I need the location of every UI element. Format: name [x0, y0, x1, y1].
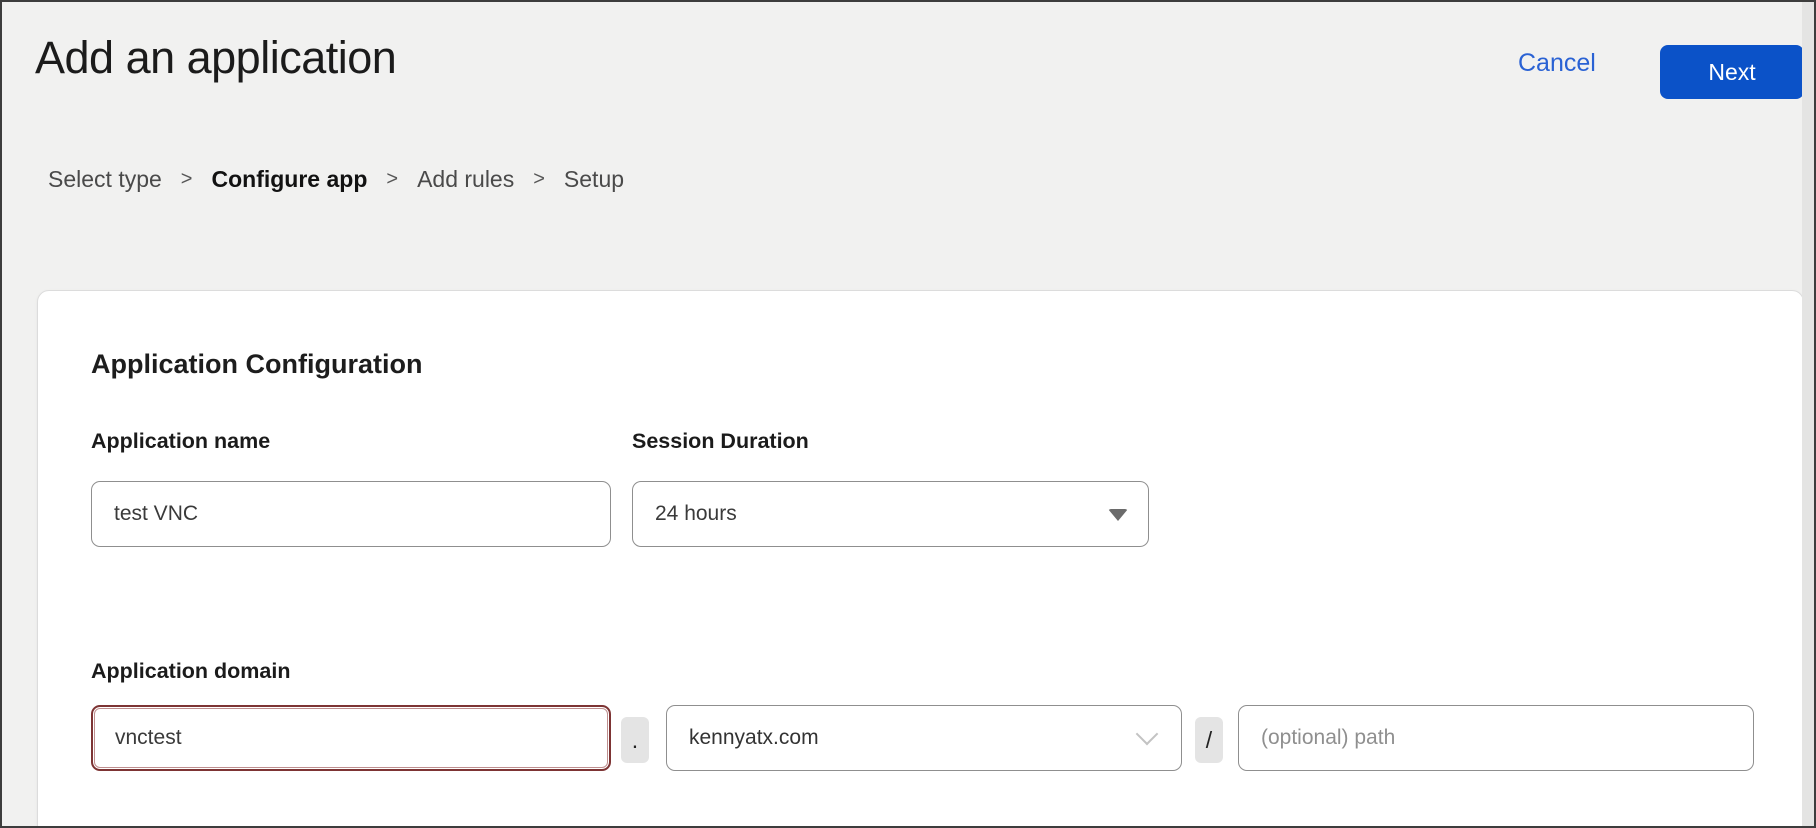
domain-select-value: kennyatx.com: [689, 726, 819, 750]
chevron-down-icon: [1136, 723, 1159, 746]
next-button[interactable]: Next: [1660, 45, 1804, 99]
step-separator: >: [386, 168, 398, 191]
cancel-button[interactable]: Cancel: [1518, 49, 1596, 78]
session-duration-label: Session Duration: [632, 429, 809, 454]
subdomain-input[interactable]: [91, 705, 611, 771]
step-separator: >: [181, 168, 193, 191]
scrollbar-track[interactable]: [1802, 2, 1814, 826]
app-window: Add an application Cancel Next Select ty…: [0, 0, 1816, 828]
wizard-steps: Select type > Configure app > Add rules …: [48, 166, 624, 193]
step-separator: >: [533, 168, 545, 191]
section-title: Application Configuration: [91, 349, 422, 380]
step-setup[interactable]: Setup: [564, 166, 624, 193]
path-input[interactable]: [1238, 705, 1754, 771]
step-configure-app: Configure app: [211, 166, 367, 193]
domain-select[interactable]: kennyatx.com: [666, 705, 1182, 771]
dot-separator: .: [621, 717, 649, 763]
application-name-label: Application name: [91, 429, 270, 454]
session-duration-value: 24 hours: [655, 502, 737, 526]
step-add-rules[interactable]: Add rules: [417, 166, 514, 193]
session-duration-select[interactable]: 24 hours: [632, 481, 1149, 547]
slash-separator: /: [1195, 717, 1223, 763]
step-select-type[interactable]: Select type: [48, 166, 162, 193]
application-domain-label: Application domain: [91, 659, 290, 684]
application-name-input[interactable]: [91, 481, 611, 547]
configuration-card: Application Configuration Application na…: [37, 290, 1804, 828]
page-title: Add an application: [35, 32, 396, 84]
caret-down-icon: [1108, 509, 1128, 521]
